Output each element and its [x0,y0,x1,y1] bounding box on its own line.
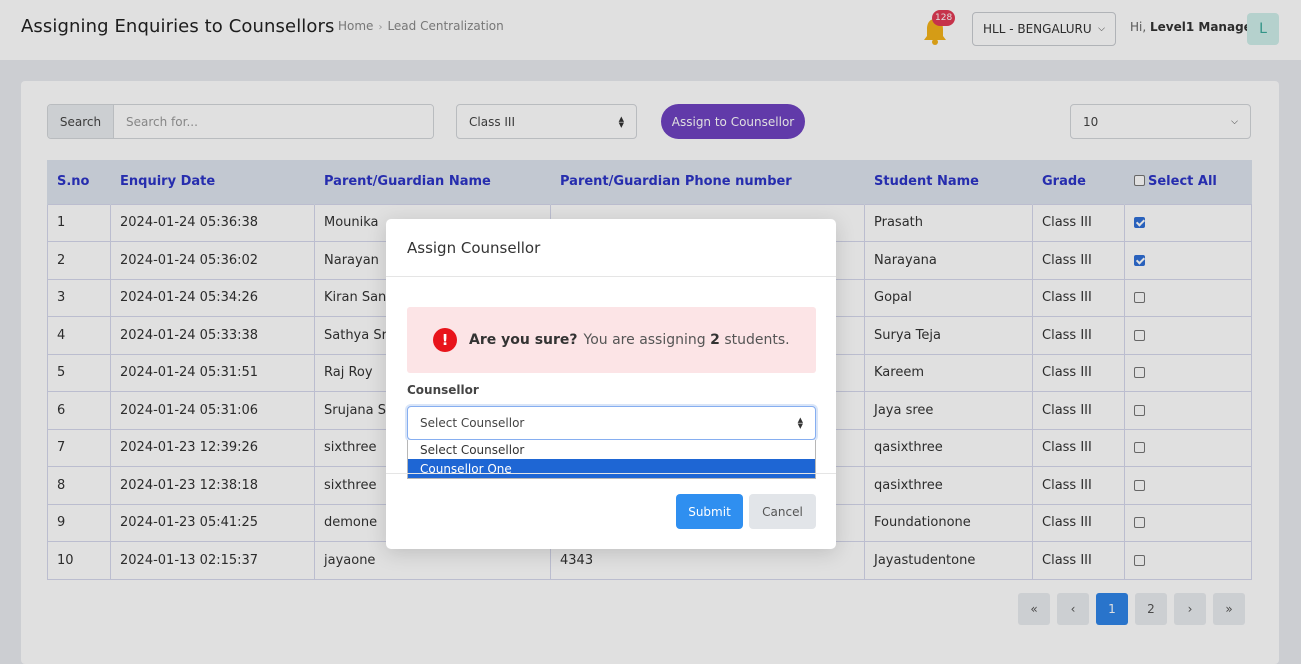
alert-count: 2 [710,332,720,348]
exclamation-icon: ! [433,328,457,352]
modal-title: Assign Counsellor [386,219,836,277]
counsellor-option[interactable]: Select Counsellor [408,440,815,459]
counsellor-select[interactable]: Select Counsellor ▲ ▼ [407,406,816,440]
assign-counsellor-modal: Assign Counsellor ! Are you sure? You ar… [386,219,836,549]
counsellor-select-value: Select Counsellor [420,416,525,430]
modal-footer-divider [386,473,836,474]
confirmation-alert: ! Are you sure? You are assigning 2 stud… [407,307,816,373]
submit-button[interactable]: Submit [676,494,743,529]
alert-prefix: You are assigning [583,332,706,348]
updown-arrows-icon: ▲ ▼ [797,416,803,430]
alert-title: Are you sure? [469,332,578,348]
counsellor-option[interactable]: Counsellor One [408,459,815,478]
alert-message: You are assigning 2 students. [584,332,790,348]
counsellor-label: Counsellor [407,383,479,397]
alert-suffix: students. [724,332,790,348]
cancel-button[interactable]: Cancel [749,494,816,529]
